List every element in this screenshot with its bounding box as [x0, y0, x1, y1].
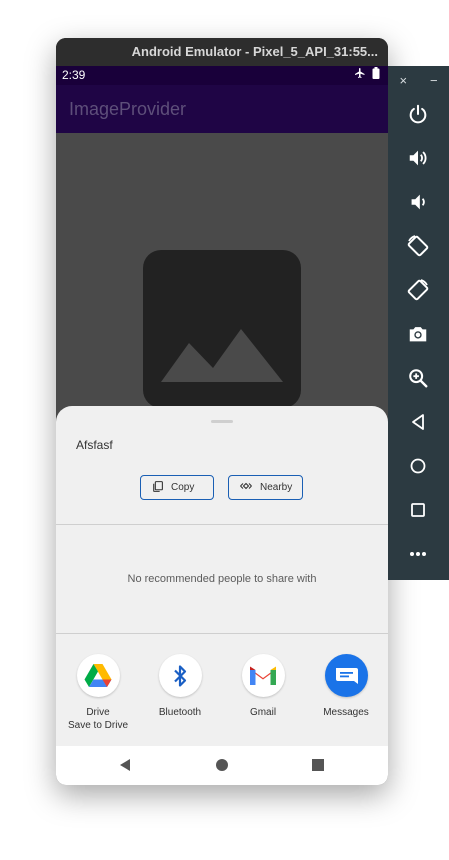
google-drive-icon [76, 654, 120, 697]
nearby-button[interactable]: Nearby [228, 475, 303, 500]
gmail-icon [241, 654, 285, 697]
share-target-gmail[interactable]: Gmail [221, 654, 305, 719]
target-name: Gmail [249, 707, 277, 718]
back-icon[interactable] [118, 758, 132, 777]
nearby-icon [239, 481, 253, 494]
divider [56, 633, 388, 634]
more-icon[interactable] [406, 542, 430, 566]
airplane-icon [354, 66, 366, 85]
status-time: 2:39 [62, 68, 86, 82]
messages-icon [324, 654, 368, 697]
close-icon[interactable]: × [399, 73, 407, 88]
share-target-bluetooth[interactable]: Bluetooth [138, 654, 222, 719]
copy-button[interactable]: Copy [140, 475, 214, 500]
drag-handle[interactable] [211, 420, 233, 423]
minimize-icon[interactable]: − [430, 73, 438, 88]
share-target-drive[interactable]: Drive Save to Drive [56, 654, 140, 732]
share-title: Afsfasf [76, 438, 113, 452]
power-icon[interactable] [406, 102, 430, 126]
share-sheet: Afsfasf Copy Nearby No recommended peopl… [56, 406, 388, 746]
home-icon[interactable] [406, 454, 430, 478]
bluetooth-icon [158, 654, 202, 697]
zoom-icon[interactable] [406, 366, 430, 390]
app-title: ImageProvider [69, 99, 187, 119]
navigation-bar [56, 746, 388, 785]
emulator-control-panel: × − [388, 66, 449, 580]
home-icon[interactable] [215, 758, 229, 777]
recents-icon[interactable] [311, 758, 325, 777]
target-subname: Save to Drive [67, 720, 129, 731]
window-title: Android Emulator - Pixel_5_API_31:55... [56, 38, 388, 66]
volume-down-icon[interactable] [406, 190, 430, 214]
status-bar: 2:39 [56, 66, 388, 85]
copy-label: Copy [171, 482, 195, 493]
volume-up-icon[interactable] [406, 146, 430, 170]
divider [56, 524, 388, 525]
camera-icon[interactable] [406, 322, 430, 346]
target-name: Messages [323, 707, 369, 718]
nearby-label: Nearby [260, 482, 293, 493]
battery-icon [372, 66, 380, 85]
rotate-left-icon[interactable] [406, 234, 430, 258]
empty-recommendations-text: No recommended people to share with [127, 573, 317, 585]
back-icon[interactable] [406, 410, 430, 434]
emulator-window: Android Emulator - Pixel_5_API_31:55... … [56, 38, 388, 785]
image-placeholder-icon [143, 250, 301, 408]
app-content [56, 133, 388, 433]
copy-icon [151, 480, 164, 496]
target-name: Bluetooth [158, 707, 202, 718]
overview-icon[interactable] [406, 498, 430, 522]
target-name: Drive [86, 707, 110, 718]
share-target-messages[interactable]: Messages [304, 654, 388, 719]
app-bar: ImageProvider [56, 85, 388, 133]
rotate-right-icon[interactable] [406, 278, 430, 302]
